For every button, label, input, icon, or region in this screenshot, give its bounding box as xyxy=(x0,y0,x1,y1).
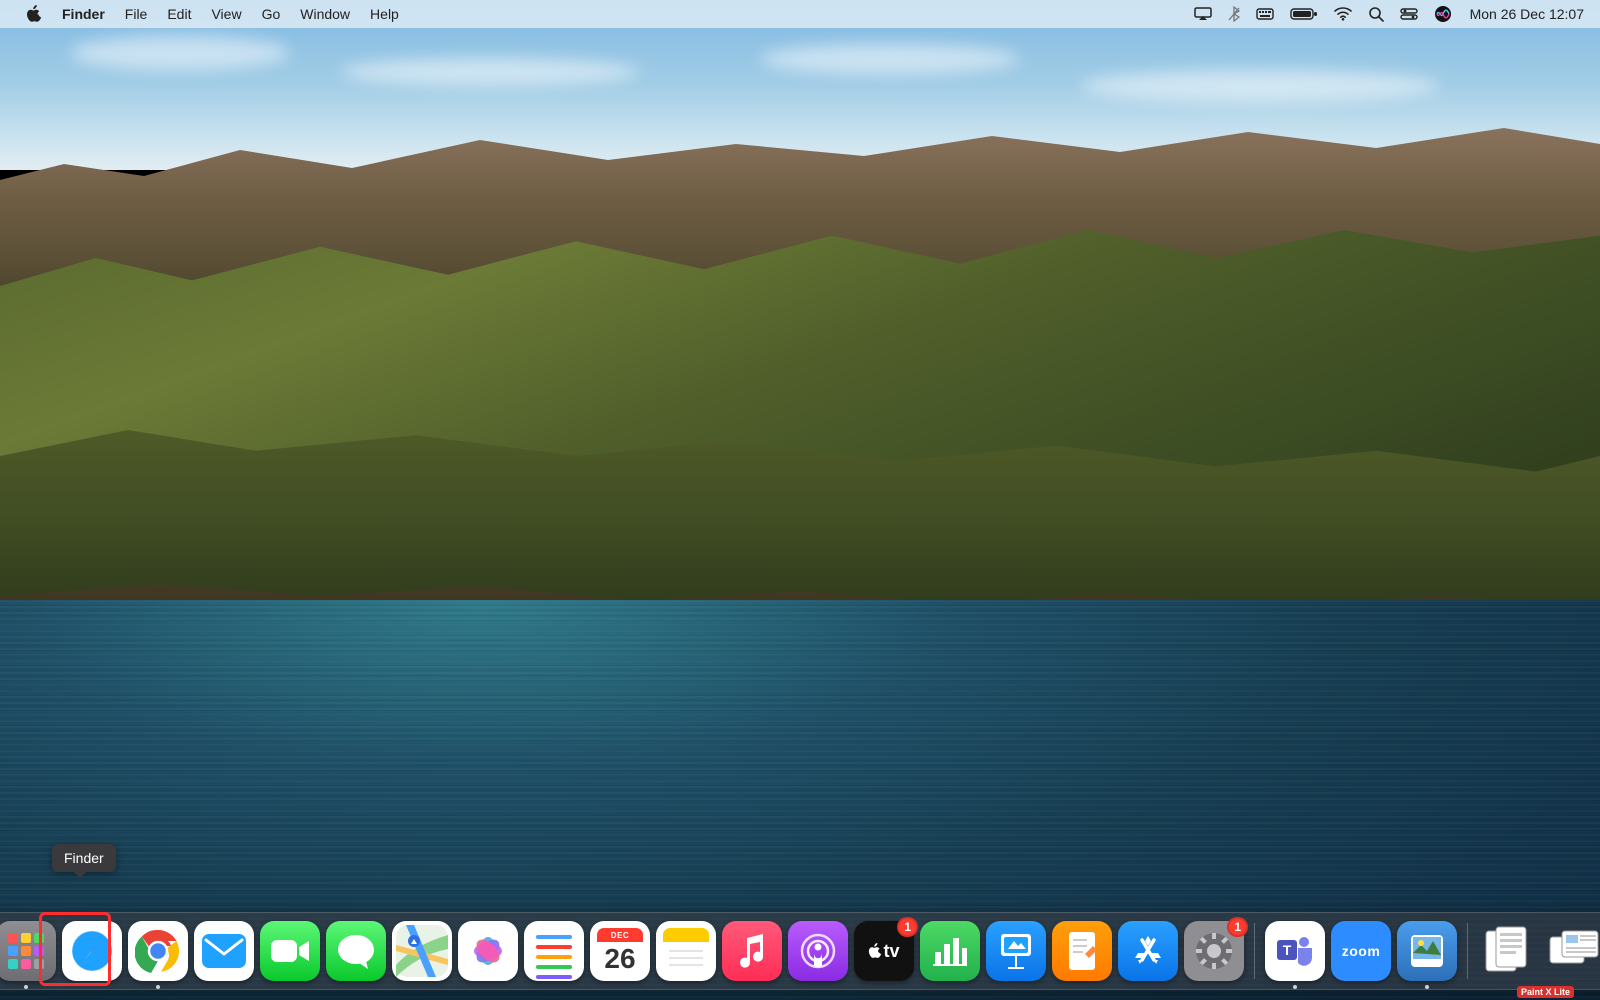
control-center-icon[interactable] xyxy=(1392,0,1426,28)
menu-window[interactable]: Window xyxy=(290,0,360,28)
dock-app-paintx[interactable] xyxy=(1397,921,1457,981)
dock-separator xyxy=(1467,923,1468,979)
dock-app-photos[interactable] xyxy=(458,921,518,981)
siri-icon[interactable] xyxy=(1426,0,1460,28)
dock: DEC 26 tv 1 xyxy=(0,912,1600,990)
menu-edit[interactable]: Edit xyxy=(157,0,201,28)
app-name-menu[interactable]: Finder xyxy=(52,0,115,28)
dock-app-appstore[interactable] xyxy=(1118,921,1178,981)
keyboard-input-icon[interactable] xyxy=(1248,0,1282,28)
dock-app-keynote[interactable] xyxy=(986,921,1046,981)
dock-stack-documents[interactable] xyxy=(1544,921,1600,981)
spotlight-icon[interactable] xyxy=(1360,0,1392,28)
menu-bar: Finder File Edit View Go Window Help xyxy=(0,0,1600,28)
menu-help[interactable]: Help xyxy=(360,0,409,28)
dock-app-facetime[interactable] xyxy=(260,921,320,981)
paintx-watermark-label: Paint X Lite xyxy=(1517,986,1574,998)
menu-go[interactable]: Go xyxy=(252,0,291,28)
zoom-label: zoom xyxy=(1342,943,1381,959)
dock-stack-downloads[interactable] xyxy=(1478,921,1538,981)
menu-bar-clock[interactable]: Mon 26 Dec 12:07 xyxy=(1460,6,1584,22)
dock-app-safari[interactable] xyxy=(62,921,122,981)
dock-app-messages[interactable] xyxy=(326,921,386,981)
svg-text:T: T xyxy=(1283,942,1292,958)
dock-app-zoom[interactable]: zoom xyxy=(1331,921,1391,981)
dock-app-podcasts[interactable] xyxy=(788,921,848,981)
dock-app-pages[interactable] xyxy=(1052,921,1112,981)
menu-view[interactable]: View xyxy=(201,0,251,28)
dock-tooltip: Finder xyxy=(52,844,116,872)
calendar-month-label: DEC xyxy=(597,928,643,942)
dock-app-maps[interactable] xyxy=(392,921,452,981)
dock-app-tv[interactable]: tv 1 xyxy=(854,921,914,981)
dock-app-launchpad[interactable] xyxy=(0,921,56,981)
menu-file[interactable]: File xyxy=(115,0,158,28)
calendar-day-label: 26 xyxy=(590,943,650,975)
dock-app-teams[interactable]: T xyxy=(1265,921,1325,981)
dock-app-reminders[interactable] xyxy=(524,921,584,981)
apple-menu[interactable] xyxy=(16,5,52,23)
dock-app-numbers[interactable] xyxy=(920,921,980,981)
dock-app-calendar[interactable]: DEC 26 xyxy=(590,921,650,981)
badge-count: 1 xyxy=(897,917,918,937)
dock-app-chrome[interactable] xyxy=(128,921,188,981)
dock-app-mail[interactable] xyxy=(194,921,254,981)
airplay-icon[interactable] xyxy=(1186,0,1220,28)
badge-count: 1 xyxy=(1227,917,1248,937)
desktop-wallpaper[interactable] xyxy=(0,0,1600,1000)
dock-app-system-preferences[interactable]: 1 xyxy=(1184,921,1244,981)
battery-icon[interactable] xyxy=(1282,0,1326,28)
dock-separator xyxy=(1254,923,1255,979)
bluetooth-off-icon[interactable] xyxy=(1220,0,1248,28)
dock-app-notes[interactable] xyxy=(656,921,716,981)
wifi-icon[interactable] xyxy=(1326,0,1360,28)
apple-tv-icon: tv xyxy=(868,941,899,962)
dock-app-music[interactable] xyxy=(722,921,782,981)
